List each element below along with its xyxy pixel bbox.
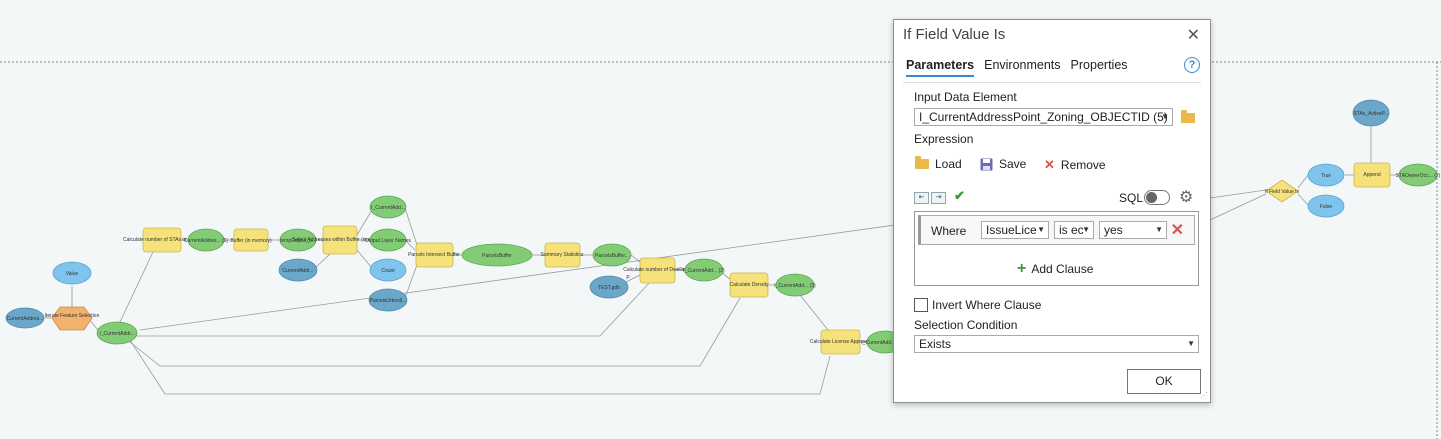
node-label: Summary Statistics: [541, 252, 584, 258]
tab-environments[interactable]: Environments: [984, 58, 1060, 77]
selection-condition-select[interactable]: Exists ▼: [914, 335, 1199, 353]
node-label: False: [1320, 204, 1332, 210]
where-label: Where: [931, 224, 967, 238]
input-data-element-select[interactable]: I_CurrentAddressPoint_Zoning_OBJECTID (5…: [914, 108, 1173, 126]
node-label: I_CurrentAddr...: [99, 331, 134, 337]
input-data-element-label: Input Data Element: [914, 90, 1017, 104]
operator-value: is ec: [1059, 223, 1084, 237]
save-button[interactable]: Save: [980, 157, 1026, 171]
node-label: If Field Value Is: [1265, 189, 1300, 195]
remove-label: Remove: [1060, 158, 1106, 172]
help-icon[interactable]: ?: [1184, 57, 1200, 73]
value-value: yes: [1104, 223, 1123, 237]
node-label: Parcels Intersect Buffer: [408, 252, 460, 258]
remove-button[interactable]: ✕ Remove: [1044, 157, 1106, 173]
model-nodes[interactable]: CurrentAddres... Iterate Feature Selecti…: [5, 99, 1441, 355]
add-clause-label: Add Clause: [1031, 262, 1094, 276]
ok-button[interactable]: OK: [1127, 369, 1201, 394]
chevron-down-icon: ▼: [1187, 339, 1195, 348]
remove-x-icon: ✕: [1044, 157, 1055, 172]
node-label: I_CurrentAdd... (3): [774, 283, 816, 289]
operator-select[interactable]: is ec ▼: [1054, 221, 1094, 239]
node-label: Value: [66, 271, 79, 277]
field-value: IssueLice: [986, 223, 1037, 237]
dialog-title: If Field Value Is: [903, 26, 1006, 43]
resize-grip-icon[interactable]: ⋰: [1200, 391, 1208, 400]
node-label: ParcelsBuffer...: [595, 253, 629, 259]
node-label: ParcelsBuffer: [482, 253, 512, 259]
load-label: Load: [935, 157, 962, 171]
node-label: I_CurrentAdd... (2): [683, 268, 725, 274]
sql-toggle[interactable]: [1144, 190, 1170, 205]
if-field-value-dialog[interactable]: If Field Value Is ✕ Parameters Environme…: [893, 19, 1211, 403]
clause-panel: Where IssueLice ▼ is ec ▼ yes ▼ ✕ + Add …: [914, 211, 1199, 286]
selection-condition-label: Selection Condition: [914, 318, 1018, 332]
selection-condition-value: Exists: [919, 337, 952, 351]
node-label: Append: [1363, 172, 1380, 178]
node-label: CurrentAddres... (6): [184, 238, 229, 244]
gear-icon[interactable]: ⚙: [1179, 187, 1193, 207]
plus-icon: +: [1017, 260, 1027, 277]
node-label: ParcelsUrbnoll...: [370, 298, 407, 304]
tab-bar: Parameters Environments Properties: [906, 58, 1128, 77]
node-label: STAOwnerOcc... (2): [1396, 173, 1441, 179]
clause-mode-toolbar: ⇤ ⇥: [914, 192, 946, 204]
field-select[interactable]: IssueLice ▼: [981, 221, 1049, 239]
save-label: Save: [999, 157, 1027, 171]
chevron-down-icon: ▼: [1037, 225, 1045, 234]
load-button[interactable]: Load: [915, 156, 962, 171]
node-label: STAs_ActiveP...: [1353, 111, 1388, 117]
model-builder-canvas[interactable]: CurrentAddres... Iterate Feature Selecti…: [0, 0, 1441, 439]
where-clause-row: Where IssueLice ▼ is ec ▼ yes ▼ ✕: [918, 215, 1195, 245]
add-clause-button[interactable]: + Add Clause: [1017, 260, 1094, 277]
node-label: Calculate Density: [730, 282, 769, 288]
input-data-element-value: I_CurrentAddressPoint_Zoning_OBJECTID (5…: [919, 110, 1168, 124]
floppy-disk-icon: [980, 158, 993, 170]
chevron-down-icon: ▼: [1155, 225, 1163, 234]
node-label: Calculate number of Dwellings: [623, 267, 691, 273]
node-label: CurrentAddres...: [7, 316, 44, 322]
divider: [903, 82, 1201, 83]
remove-clause-icon[interactable]: ✕: [1171, 220, 1184, 240]
value-select[interactable]: yes ▼: [1099, 221, 1167, 239]
sql-mode-icon[interactable]: ⇥: [931, 192, 946, 204]
node-label: Count: [381, 268, 395, 274]
validate-check-icon[interactable]: ✔: [954, 188, 965, 204]
expression-label: Expression: [914, 132, 974, 146]
browse-folder-icon[interactable]: [1181, 110, 1195, 123]
tab-properties[interactable]: Properties: [1071, 58, 1128, 77]
chevron-down-icon: ▼: [1161, 112, 1169, 121]
node-label: Iterate Feature Selection: [45, 313, 100, 319]
invert-where-label: Invert Where Clause: [932, 298, 1042, 312]
node-label: CurrentAddr...: [282, 268, 313, 274]
sql-label: SQL: [1119, 191, 1144, 205]
node-label: TEST.gdb: [598, 285, 620, 291]
invert-where-checkbox[interactable]: [914, 298, 928, 312]
chevron-down-icon: ▼: [1082, 225, 1090, 234]
node-label: True: [1321, 173, 1331, 179]
node-label: I_CurrentAdd...: [371, 205, 405, 211]
node-label: Output Layer Names: [365, 238, 412, 244]
tab-parameters[interactable]: Parameters: [906, 58, 975, 77]
clause-mode-icon[interactable]: ⇤: [914, 192, 929, 204]
node-label: Buffer (in memory): [230, 238, 272, 244]
folder-open-icon: [915, 156, 929, 169]
close-icon[interactable]: ✕: [1187, 25, 1200, 45]
